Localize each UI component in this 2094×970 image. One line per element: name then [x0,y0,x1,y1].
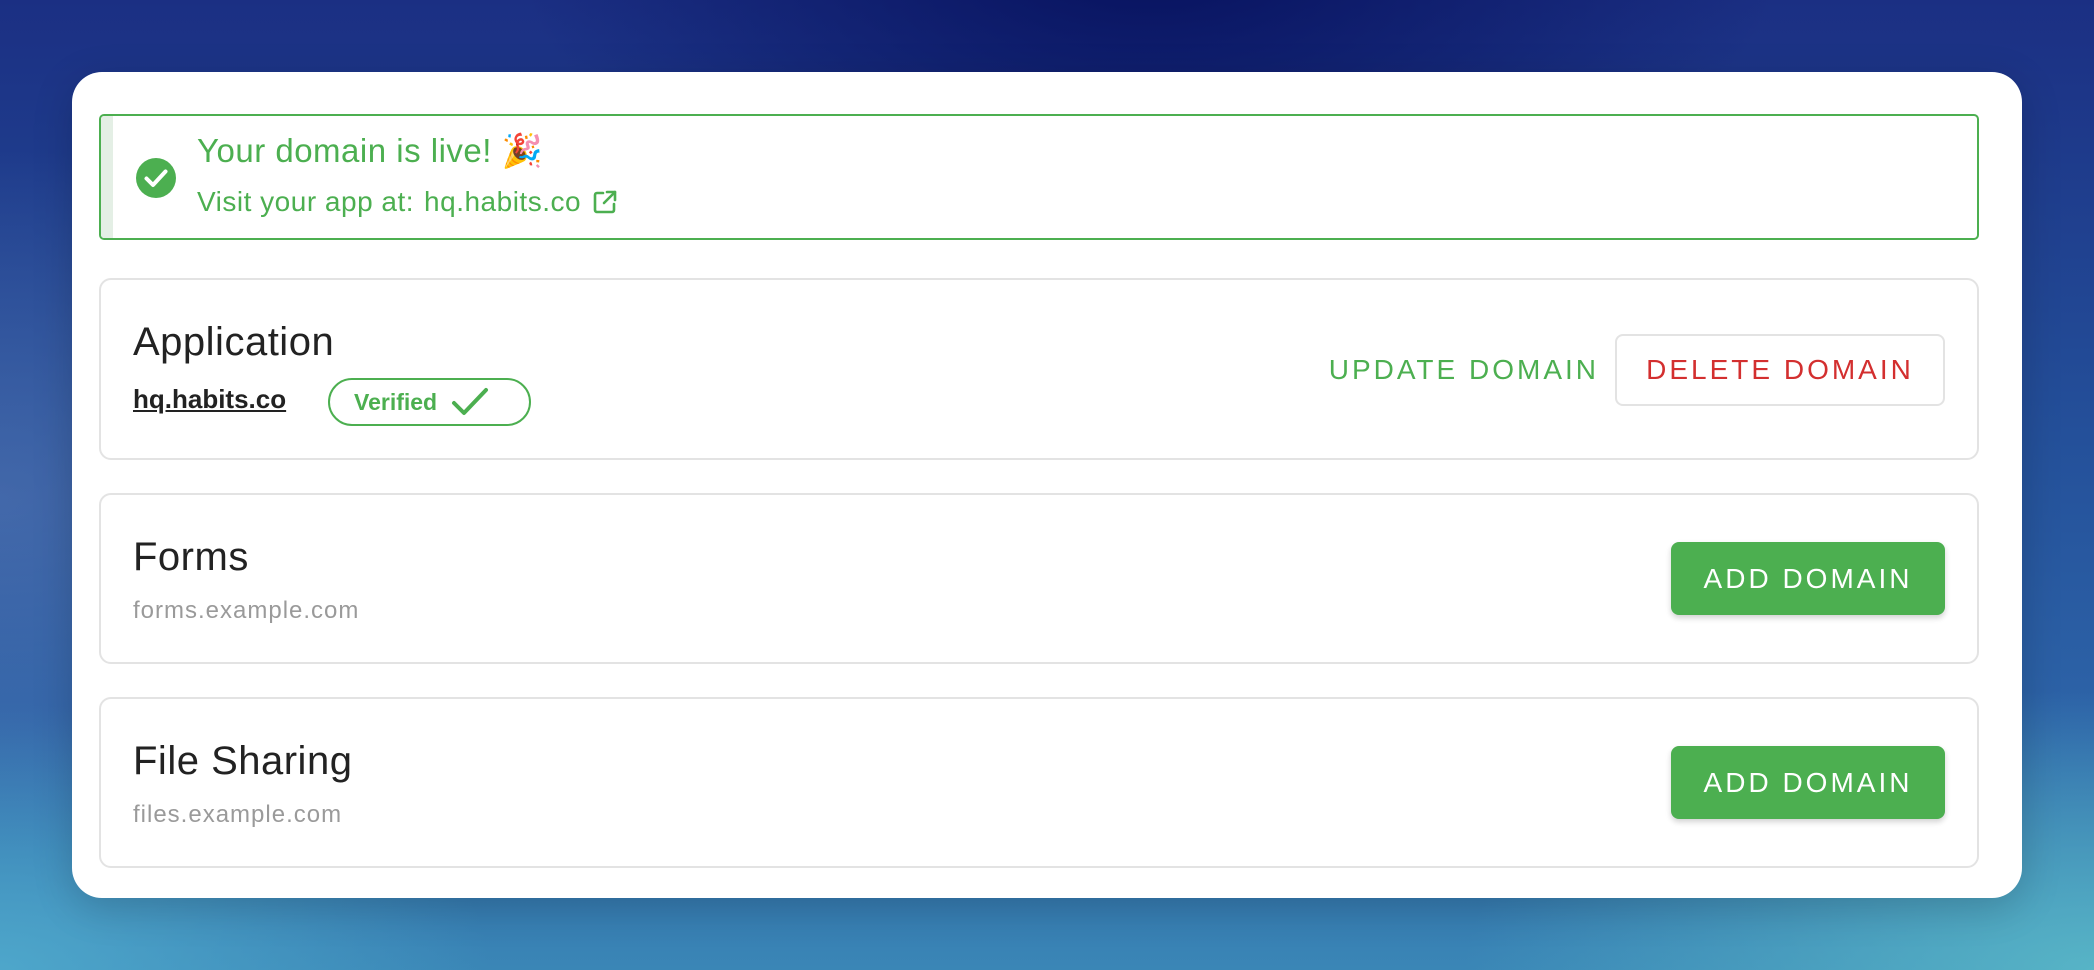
file-sharing-title: File Sharing [133,739,353,783]
verified-label: Verified [354,388,438,415]
alert-accent-stripe [101,116,113,238]
alert-message: Visit your app at: hq.habits.co [197,186,619,218]
file-sharing-domain-placeholder: files.example.com [133,801,343,828]
application-domain-link[interactable]: hq.habits.co [133,384,286,415]
alert-visit-prefix: Visit your app at: [197,186,415,217]
forms-domain-placeholder: forms.example.com [133,597,360,624]
forms-section: Forms forms.example.com ADD DOMAIN [99,493,1979,664]
checkmark-icon [452,388,489,415]
file-sharing-section: File Sharing files.example.com ADD DOMAI… [99,697,1979,868]
forms-add-domain-button[interactable]: ADD DOMAIN [1671,542,1945,615]
update-domain-button[interactable]: UPDATE DOMAIN [1317,338,1611,402]
verified-badge: Verified [328,378,531,426]
success-alert: Your domain is live! 🎉 Visit your app at… [99,114,1979,240]
delete-domain-button[interactable]: DELETE DOMAIN [1615,334,1945,406]
application-section: Application hq.habits.co Verified UPDATE… [99,278,1979,460]
file-sharing-add-domain-button[interactable]: ADD DOMAIN [1671,746,1945,819]
application-title: Application [133,320,335,364]
domains-card: Your domain is live! 🎉 Visit your app at… [72,72,2022,898]
check-circle-icon [136,158,176,198]
app-url-link[interactable]: hq.habits.co [424,186,581,218]
alert-title: Your domain is live! 🎉 [197,132,544,169]
forms-title: Forms [133,535,249,579]
external-link-icon[interactable] [591,188,619,216]
